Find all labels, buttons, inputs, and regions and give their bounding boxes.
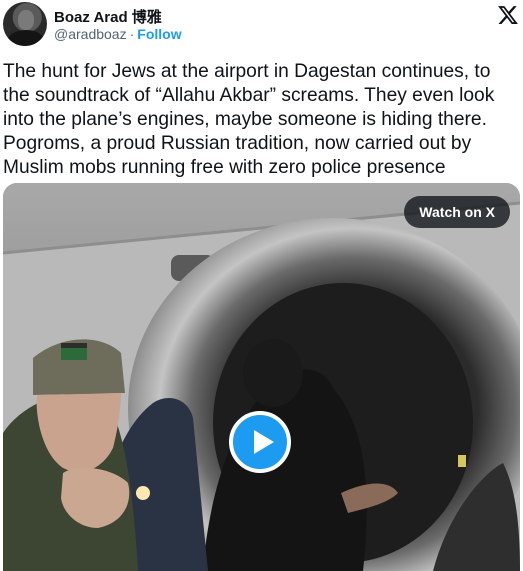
video-thumbnail[interactable]: Watch on X [3, 183, 520, 571]
author-handle-row: @aradboaz · Follow [54, 26, 182, 42]
watch-on-x-button[interactable]: Watch on X [404, 196, 510, 228]
tweet-text: The hunt for Jews at the airport in Dage… [3, 61, 495, 178]
follow-button[interactable]: Follow [137, 26, 181, 42]
embedded-tweet: Boaz Arad 博雅 @aradboaz · Follow The hunt f… [0, 0, 523, 571]
separator-dot: · [129, 26, 135, 42]
avatar-face [18, 10, 34, 30]
author-name-row: Boaz Arad 博雅 [54, 6, 162, 27]
author-handle[interactable]: @aradboaz [54, 26, 127, 42]
x-logo-icon[interactable] [497, 4, 519, 26]
play-button[interactable] [229, 411, 291, 473]
avatar-shoulders [7, 30, 45, 46]
avatar[interactable] [3, 2, 47, 46]
author-display-name[interactable]: Boaz Arad 博雅 [54, 6, 162, 27]
play-icon [254, 430, 274, 454]
video-frame-illustration [3, 183, 520, 571]
